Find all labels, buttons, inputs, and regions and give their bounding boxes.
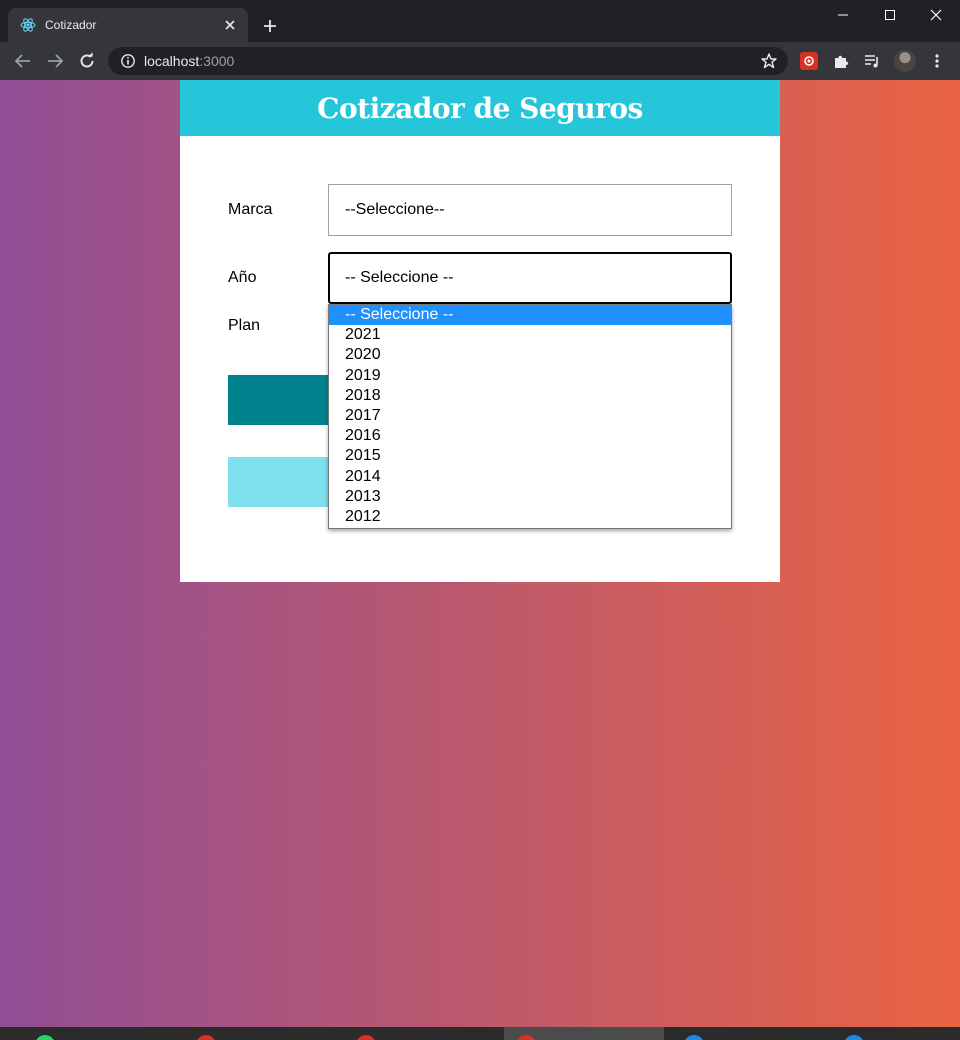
chrome-icon[interactable]: [196, 1035, 216, 1040]
page-title: Cotizador de Seguros: [317, 91, 643, 125]
anio-select[interactable]: -- Seleccione --: [328, 252, 732, 304]
anio-option[interactable]: 2015: [329, 446, 731, 466]
avatar[interactable]: [894, 50, 916, 72]
whatsapp-icon[interactable]: [35, 1035, 55, 1040]
marca-row: Marca --Seleccione--: [228, 184, 732, 236]
anio-option[interactable]: 2017: [329, 406, 731, 426]
os-taskbar: [0, 1027, 960, 1040]
marca-select-value: --Seleccione--: [345, 201, 445, 218]
marca-select[interactable]: --Seleccione--: [328, 184, 732, 236]
forward-arrow-icon[interactable]: [43, 49, 67, 73]
plus-icon[interactable]: [260, 16, 280, 36]
star-icon[interactable]: [760, 52, 778, 70]
chrome-icon[interactable]: [356, 1035, 376, 1040]
anio-option[interactable]: 2021: [329, 325, 731, 345]
reload-icon[interactable]: [75, 49, 99, 73]
react-icon: [20, 17, 36, 33]
close-icon[interactable]: [222, 17, 238, 33]
anio-option[interactable]: 2018: [329, 386, 731, 406]
vscode-icon[interactable]: [844, 1035, 864, 1040]
anio-option[interactable]: 2020: [329, 345, 731, 365]
back-arrow-icon[interactable]: [11, 49, 35, 73]
anio-option[interactable]: 2013: [329, 487, 731, 507]
anio-row: Año -- Seleccione --: [228, 252, 732, 304]
browser-toolbar: localhost:3000: [0, 42, 960, 80]
window-close-icon[interactable]: [913, 0, 959, 30]
anio-label: Año: [228, 269, 257, 286]
plan-label: Plan: [228, 317, 261, 334]
anio-option[interactable]: -- Seleccione --: [329, 305, 731, 326]
anio-option[interactable]: 2014: [329, 467, 731, 487]
browser-titlebar: Cotizador: [0, 0, 960, 42]
extension-icon[interactable]: [800, 52, 818, 70]
browser-tab[interactable]: Cotizador: [8, 8, 248, 42]
playlist-icon[interactable]: [863, 52, 881, 70]
page-viewport: Cotizador de Seguros Marca --Seleccione-…: [0, 80, 960, 1027]
info-icon[interactable]: [120, 53, 136, 69]
kebab-menu-icon[interactable]: [928, 52, 946, 70]
puzzle-icon[interactable]: [832, 52, 850, 70]
marca-label: Marca: [228, 201, 273, 218]
anio-option[interactable]: 2016: [329, 426, 731, 446]
card-header: Cotizador de Seguros: [180, 80, 780, 136]
anio-dropdown-list: -- Seleccione -- 2021 2020 2019 2018 2017 2016…: [328, 304, 732, 529]
anio-option[interactable]: 2019: [329, 366, 731, 386]
address-bar[interactable]: localhost:3000: [108, 47, 788, 75]
vscode-icon[interactable]: [684, 1035, 704, 1040]
tab-title: Cotizador: [45, 18, 97, 32]
minimize-icon[interactable]: [820, 0, 866, 30]
url-port: :3000: [199, 53, 235, 69]
maximize-icon[interactable]: [867, 0, 913, 30]
url-host: localhost: [144, 53, 200, 69]
anio-option[interactable]: 2012: [329, 507, 731, 527]
anio-select-value: -- Seleccione --: [345, 269, 454, 286]
